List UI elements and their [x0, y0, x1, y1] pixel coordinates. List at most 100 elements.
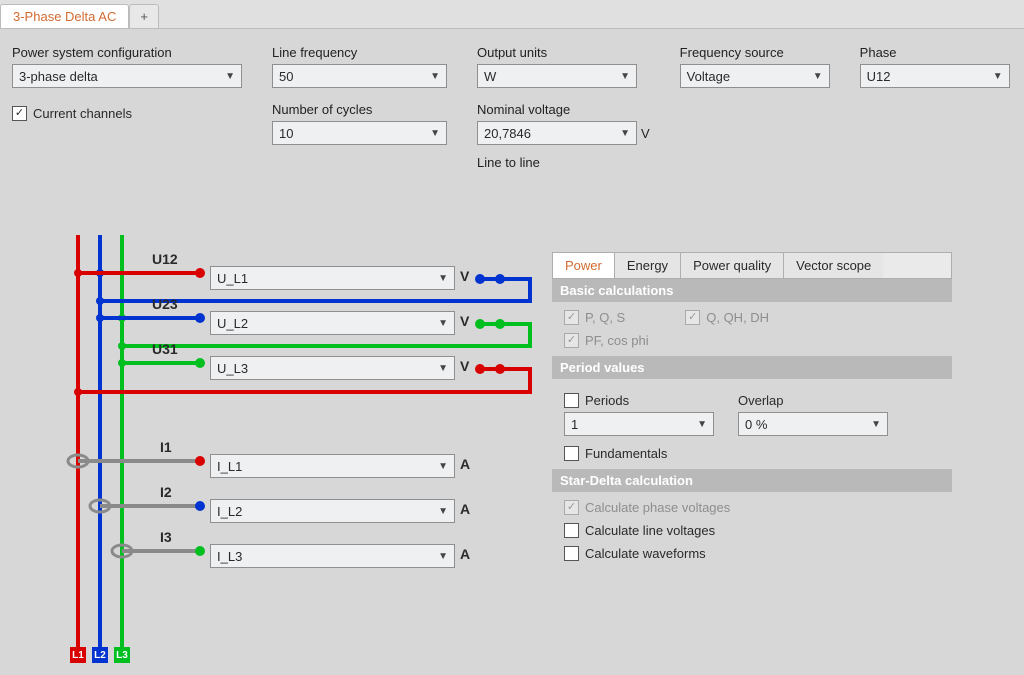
i2-channel-value: I_L2	[217, 504, 242, 519]
power-config-select[interactable]: 3-phase delta ▼	[12, 64, 242, 88]
overlap-label: Overlap	[738, 393, 888, 408]
bus-l2-chip: L2	[92, 647, 108, 663]
subtab-power[interactable]: Power	[553, 253, 615, 278]
line-frequency-select[interactable]: 50 ▼	[272, 64, 447, 88]
periods-checkbox[interactable]	[564, 393, 579, 408]
section-period-values: Period values	[552, 356, 952, 379]
output-units-value: W	[484, 69, 496, 84]
qqh-checkbox: ✓	[685, 310, 700, 325]
i3-unit: A	[460, 546, 470, 562]
chevron-down-icon: ▼	[430, 71, 440, 82]
config-form: Power system configuration 3-phase delta…	[0, 29, 1024, 170]
subtab-energy[interactable]: Energy	[615, 253, 681, 278]
u23-channel-select[interactable]: U_L2 ▼	[210, 311, 455, 335]
chevron-down-icon: ▼	[871, 419, 881, 430]
calc-phase-checkbox: ✓	[564, 500, 579, 515]
periods-select[interactable]: 1 ▼	[564, 412, 714, 436]
nominal-voltage-value: 20,7846	[484, 126, 531, 141]
bus-l3-chip: L3	[114, 647, 130, 663]
i2-label: I2	[160, 484, 172, 500]
chevron-down-icon: ▼	[430, 128, 440, 139]
periods-label: Periods	[585, 393, 629, 408]
chevron-down-icon: ▼	[438, 506, 448, 517]
main-tabbar: 3-Phase Delta AC +	[0, 0, 1024, 29]
u12-label: U12	[152, 251, 178, 267]
calc-subtabs: Power Energy Power quality Vector scope	[552, 252, 952, 279]
section-star-delta: Star-Delta calculation	[552, 469, 952, 492]
output-units-label: Output units	[477, 45, 650, 60]
output-units-select[interactable]: W ▼	[477, 64, 637, 88]
i3-channel-value: I_L3	[217, 549, 242, 564]
fundamentals-checkbox[interactable]	[564, 446, 579, 461]
tab-3phase-delta-ac[interactable]: 3-Phase Delta AC	[0, 4, 129, 28]
u31-channel-select[interactable]: U_L3 ▼	[210, 356, 455, 380]
chevron-down-icon: ▼	[697, 419, 707, 430]
section-basic-calculations: Basic calculations	[552, 279, 952, 302]
qqh-label: Q, QH, DH	[706, 310, 769, 325]
subtab-power-quality[interactable]: Power quality	[681, 253, 784, 278]
current-channels-checkbox[interactable]: ✓	[12, 106, 27, 121]
i1-label: I1	[160, 439, 172, 455]
i2-unit: A	[460, 501, 470, 517]
nominal-voltage-select[interactable]: 20,7846 ▼	[477, 121, 637, 145]
frequency-source-value: Voltage	[687, 69, 730, 84]
u23-channel-value: U_L2	[217, 316, 248, 331]
phase-value: U12	[867, 69, 891, 84]
chevron-down-icon: ▼	[438, 363, 448, 374]
u31-unit: V	[460, 358, 469, 374]
fundamentals-label: Fundamentals	[585, 446, 667, 461]
line-to-line-label: Line to line	[477, 155, 650, 170]
tab-add-button[interactable]: +	[129, 4, 159, 28]
line-frequency-value: 50	[279, 69, 293, 84]
phase-label: Phase	[860, 45, 1010, 60]
phase-select[interactable]: U12 ▼	[860, 64, 1010, 88]
i1-channel-select[interactable]: I_L1 ▼	[210, 454, 455, 478]
frequency-source-label: Frequency source	[680, 45, 830, 60]
subtab-vector-scope[interactable]: Vector scope	[784, 253, 883, 278]
i3-label: I3	[160, 529, 172, 545]
calculation-panel: Power Energy Power quality Vector scope …	[552, 252, 952, 569]
calc-line-label: Calculate line voltages	[585, 523, 715, 538]
nominal-voltage-unit: V	[641, 126, 650, 141]
bus-l1-chip: L1	[70, 647, 86, 663]
pqs-checkbox: ✓	[564, 310, 579, 325]
power-config-label: Power system configuration	[12, 45, 242, 60]
num-cycles-select[interactable]: 10 ▼	[272, 121, 447, 145]
current-channels-label: Current channels	[33, 106, 132, 121]
i3-channel-select[interactable]: I_L3 ▼	[210, 544, 455, 568]
chevron-down-icon: ▼	[438, 318, 448, 329]
diagram-svg	[60, 235, 540, 665]
power-config-value: 3-phase delta	[19, 69, 98, 84]
nominal-voltage-label: Nominal voltage	[477, 102, 650, 117]
chevron-down-icon: ▼	[225, 71, 235, 82]
u31-label: U31	[152, 341, 178, 357]
pf-checkbox: ✓	[564, 333, 579, 348]
u12-unit: V	[460, 268, 469, 284]
chevron-down-icon: ▼	[620, 71, 630, 82]
overlap-select[interactable]: 0 % ▼	[738, 412, 888, 436]
calc-wave-label: Calculate waveforms	[585, 546, 706, 561]
i2-channel-select[interactable]: I_L2 ▼	[210, 499, 455, 523]
num-cycles-label: Number of cycles	[272, 102, 447, 117]
wiring-diagram: U12 U23 U31 I1 I2 I3 U_L1 ▼ V U_L2 ▼ V U…	[60, 235, 540, 655]
i1-channel-value: I_L1	[217, 459, 242, 474]
u23-unit: V	[460, 313, 469, 329]
u12-channel-select[interactable]: U_L1 ▼	[210, 266, 455, 290]
u23-label: U23	[152, 296, 178, 312]
num-cycles-value: 10	[279, 126, 293, 141]
u31-channel-value: U_L3	[217, 361, 248, 376]
calc-line-checkbox[interactable]	[564, 523, 579, 538]
frequency-source-select[interactable]: Voltage ▼	[680, 64, 830, 88]
chevron-down-icon: ▼	[438, 461, 448, 472]
i1-unit: A	[460, 456, 470, 472]
chevron-down-icon: ▼	[813, 71, 823, 82]
chevron-down-icon: ▼	[993, 71, 1003, 82]
overlap-value: 0 %	[745, 417, 767, 432]
line-frequency-label: Line frequency	[272, 45, 447, 60]
pqs-label: P, Q, S	[585, 310, 625, 325]
chevron-down-icon: ▼	[438, 551, 448, 562]
chevron-down-icon: ▼	[438, 273, 448, 284]
u12-channel-value: U_L1	[217, 271, 248, 286]
calc-wave-checkbox[interactable]	[564, 546, 579, 561]
calc-phase-label: Calculate phase voltages	[585, 500, 730, 515]
